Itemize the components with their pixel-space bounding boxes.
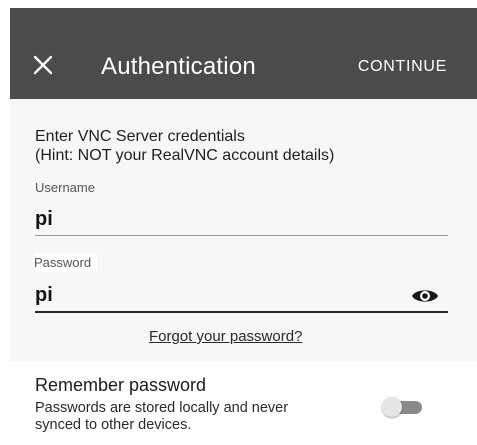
password-label: Password (34, 253, 98, 272)
remember-password-title: Remember password (35, 375, 207, 395)
toggle-thumb (382, 397, 402, 417)
eye-icon (412, 290, 438, 302)
authentication-screen: Authentication CONTINUE Enter VNC Server… (0, 0, 477, 445)
remember-password-toggle[interactable] (382, 396, 426, 418)
username-field[interactable]: pi (35, 208, 53, 231)
close-icon (33, 55, 53, 75)
show-password-button[interactable] (411, 286, 439, 306)
instructions-line: Enter VNC Server credentials (35, 128, 245, 145)
continue-button[interactable]: CONTINUE (358, 58, 447, 76)
remember-password-description: Passwords are stored locally and never s… (35, 400, 365, 434)
description-line: Passwords are stored locally and never (35, 400, 289, 416)
page-title: Authentication (101, 53, 256, 80)
forgot-password-link[interactable]: Forgot your password? (149, 328, 302, 345)
app-bar: Authentication CONTINUE (10, 8, 477, 99)
password-underline (35, 311, 448, 313)
username-underline (35, 235, 448, 236)
password-field[interactable]: pi (35, 284, 53, 307)
description-line: synced to other devices. (35, 417, 192, 433)
instructions-text: Enter VNC Server credentials (Hint: NOT … (35, 127, 334, 165)
username-label: Username (35, 180, 95, 195)
hint-line: (Hint: NOT your RealVNC account details) (35, 147, 335, 164)
close-button[interactable] (30, 52, 56, 78)
